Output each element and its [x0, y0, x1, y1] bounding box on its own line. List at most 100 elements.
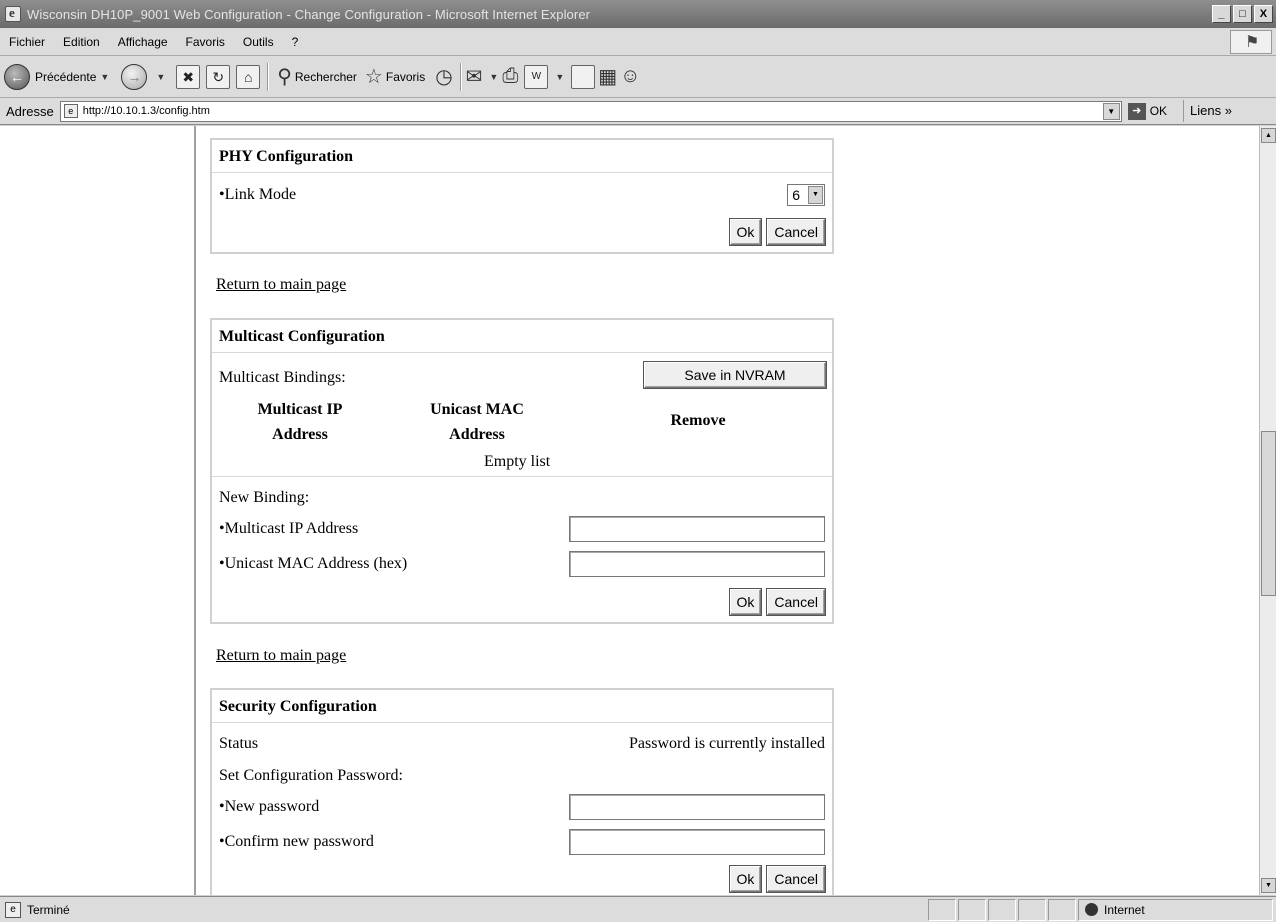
- minimize-button[interactable]: _: [1212, 5, 1231, 23]
- standard-toolbar: ← Précédente ▼ → ▼ ✖ ↻ ⌂ ⚲ Rechercher ☆ …: [0, 56, 1276, 98]
- go-button[interactable]: ➜ OK: [1127, 102, 1168, 120]
- search-icon: ⚲: [277, 66, 292, 88]
- menu-fichier[interactable]: Fichier: [0, 35, 54, 49]
- scroll-up-icon[interactable]: ▲: [1261, 128, 1276, 143]
- status-cell: [928, 898, 956, 921]
- page-viewport: PHY Configuration •Link Mode 6 ▼ Ok Canc…: [0, 126, 1276, 895]
- set-password-label: Set Configuration Password:: [219, 767, 403, 784]
- vertical-scrollbar[interactable]: ▲ ▼: [1259, 126, 1276, 895]
- security-ok-button[interactable]: Ok: [729, 866, 762, 892]
- column-remove: Remove: [670, 412, 726, 429]
- refresh-icon[interactable]: ↻: [206, 64, 231, 89]
- forward-arrow-icon: →: [121, 63, 148, 90]
- confirm-password-row: •Confirm new password: [219, 829, 825, 855]
- status-bar: e Terminé Internet: [0, 896, 1276, 922]
- stop-icon[interactable]: ✖: [176, 64, 201, 89]
- menu-favoris[interactable]: Favoris: [177, 35, 234, 49]
- window-titlebar: Wisconsin DH10P_9001 Web Configuration -…: [0, 0, 1276, 28]
- mail-icon[interactable]: ✉: [466, 64, 483, 89]
- scroll-thumb[interactable]: [1261, 431, 1276, 596]
- multicast-ip-label: •Multicast IP Address: [219, 520, 359, 537]
- messenger-icon[interactable]: ☺: [620, 65, 640, 88]
- column-multicast-ip: Multicast IP Address: [257, 401, 343, 443]
- phy-cancel-button[interactable]: Cancel: [767, 219, 825, 245]
- page-icon: e: [63, 104, 78, 118]
- phy-configuration-panel: PHY Configuration •Link Mode 6 ▼ Ok Canc…: [210, 138, 834, 254]
- menu-affichage[interactable]: Affichage: [109, 35, 177, 49]
- multicast-buttons: Ok Cancel: [729, 589, 825, 615]
- confirm-password-label: •Confirm new password: [219, 833, 374, 850]
- phy-title: PHY Configuration: [212, 140, 832, 173]
- address-input[interactable]: e http://10.10.1.3/config.htm ▼: [59, 100, 1122, 122]
- menu-help[interactable]: ?: [283, 35, 308, 49]
- link-mode-select[interactable]: 6 ▼: [787, 184, 825, 206]
- empty-list-text: Empty list: [484, 453, 551, 470]
- search-label: Rechercher: [294, 69, 357, 84]
- menu-outils[interactable]: Outils: [234, 35, 283, 49]
- discuss-icon[interactable]: [571, 64, 596, 89]
- confirm-password-input[interactable]: [569, 829, 825, 855]
- new-binding-label: New Binding:: [219, 489, 310, 506]
- phy-ok-button[interactable]: Ok: [729, 219, 762, 245]
- return-main-link-1[interactable]: Return to main page: [216, 276, 346, 294]
- forward-button[interactable]: → ▼: [117, 60, 173, 94]
- mail-dropdown-icon[interactable]: ▼: [489, 72, 498, 82]
- globe-icon: [1085, 903, 1098, 916]
- favorites-button[interactable]: ☆ Favoris: [361, 60, 429, 94]
- column-unicast-mac: Unicast MAC Address: [430, 401, 524, 443]
- security-status-label: Status: [219, 735, 259, 752]
- menu-bar: Fichier Edition Affichage Favoris Outils…: [0, 28, 1276, 56]
- unicast-mac-label: •Unicast MAC Address (hex): [219, 555, 408, 572]
- multicast-cancel-button[interactable]: Cancel: [767, 589, 825, 615]
- home-icon[interactable]: ⌂: [236, 64, 261, 89]
- save-nvram-button[interactable]: Save in NVRAM: [644, 362, 826, 388]
- left-frame: [0, 126, 196, 895]
- research-icon[interactable]: ▦: [598, 64, 617, 89]
- back-button[interactable]: ← Précédente ▼: [0, 60, 117, 94]
- security-zone[interactable]: Internet: [1078, 898, 1273, 921]
- address-url[interactable]: http://10.10.1.3/config.htm: [83, 105, 1103, 117]
- address-label: Adresse: [6, 103, 54, 119]
- go-label: OK: [1149, 104, 1168, 118]
- security-title: Security Configuration: [212, 690, 832, 723]
- multicast-ip-row: •Multicast IP Address: [219, 516, 825, 542]
- print-icon[interactable]: ⎙: [502, 65, 518, 88]
- search-button[interactable]: ⚲ Rechercher: [273, 60, 361, 94]
- back-arrow-icon: ←: [4, 63, 30, 90]
- security-cancel-button[interactable]: Cancel: [767, 866, 825, 892]
- link-mode-value: 6: [792, 187, 800, 203]
- address-dropdown-icon[interactable]: ▼: [1102, 102, 1120, 120]
- unicast-mac-input[interactable]: [569, 551, 825, 577]
- zone-label: Internet: [1104, 902, 1145, 917]
- forward-dropdown-icon[interactable]: ▼: [156, 72, 165, 82]
- history-icon[interactable]: ◷: [435, 64, 452, 89]
- ie-icon[interactable]: [5, 5, 21, 22]
- security-status-row: Status Password is currently installed: [219, 735, 825, 753]
- window-title: Wisconsin DH10P_9001 Web Configuration -…: [27, 6, 591, 22]
- new-password-input[interactable]: [569, 794, 825, 820]
- edit-dropdown-icon[interactable]: ▼: [555, 72, 564, 82]
- back-label: Précédente: [35, 69, 97, 84]
- links-button[interactable]: Liens »: [1183, 100, 1232, 122]
- menu-edition[interactable]: Edition: [54, 35, 109, 49]
- address-bar: Adresse e http://10.10.1.3/config.htm ▼ …: [0, 98, 1276, 125]
- status-cell: [1018, 898, 1046, 921]
- multicast-ok-button[interactable]: Ok: [729, 589, 762, 615]
- new-password-row: •New password: [219, 794, 825, 820]
- phy-buttons: Ok Cancel: [729, 219, 825, 245]
- unicast-mac-row: •Unicast MAC Address (hex): [219, 551, 825, 577]
- back-dropdown-icon[interactable]: ▼: [100, 72, 109, 82]
- toolbar-separator: [267, 62, 270, 91]
- new-password-label: •New password: [219, 798, 320, 815]
- scroll-down-icon[interactable]: ▼: [1261, 878, 1276, 893]
- status-cell: [958, 898, 986, 921]
- maximize-button[interactable]: □: [1233, 5, 1252, 23]
- star-icon: ☆: [364, 66, 383, 88]
- link-mode-label: •Link Mode: [219, 186, 297, 203]
- multicast-ip-input[interactable]: [569, 516, 825, 542]
- close-button[interactable]: X: [1254, 5, 1273, 23]
- toolbar-separator: [459, 62, 462, 91]
- edit-icon[interactable]: W: [524, 64, 549, 89]
- chevron-down-icon[interactable]: ▼: [808, 186, 823, 204]
- return-main-link-2[interactable]: Return to main page: [216, 647, 346, 665]
